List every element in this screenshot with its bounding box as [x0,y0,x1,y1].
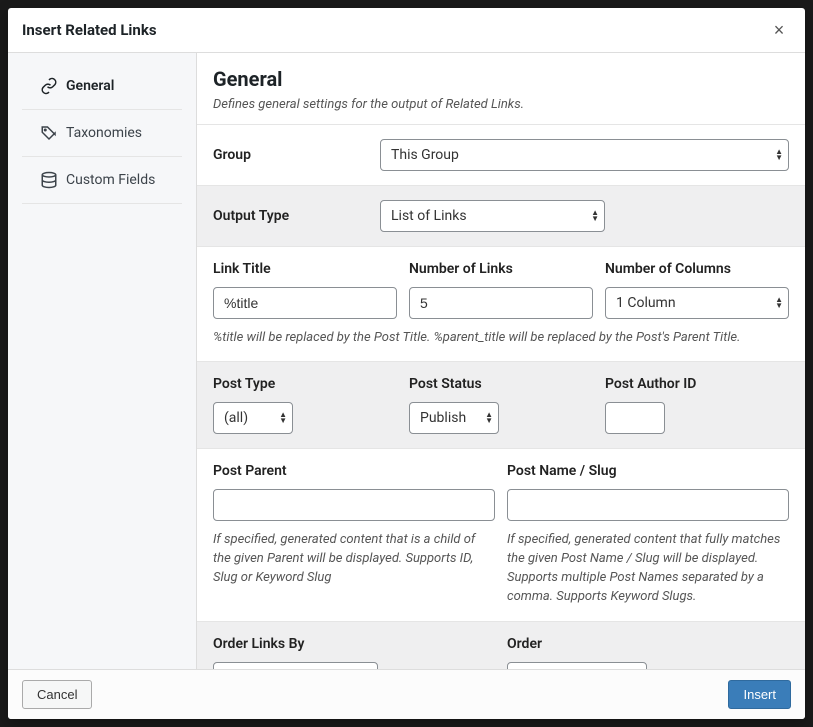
insert-button[interactable]: Insert [728,680,791,709]
sidebar-item-taxonomies[interactable]: Taxonomies [22,110,182,157]
sidebar-item-label: General [66,78,114,94]
output-type-label: Output Type [213,208,368,224]
sidebar-item-general[interactable]: General [22,63,182,110]
order-by-label: Order Links By [213,636,495,652]
modal-footer: Cancel Insert [8,669,805,719]
modal: Insert Related Links × General Taxonomie… [8,8,805,719]
content-heading: General [213,67,789,91]
row-order: Order Links By No Order ▲▼ Order Ascendi… [197,621,805,669]
row-post-type: Post Type (all) ▲▼ Post Status Publish ▲… [197,361,805,448]
num-cols-select[interactable]: 1 Column [605,287,789,319]
post-status-select[interactable]: Publish [409,402,499,434]
link-title-input[interactable] [213,287,397,319]
post-parent-input[interactable] [213,489,495,521]
content-description: Defines general settings for the output … [213,97,789,112]
post-author-label: Post Author ID [605,376,789,392]
order-select[interactable]: Ascending (A-Z) [507,662,647,669]
row-output-type: Output Type List of Links ▲▼ [197,185,805,246]
num-links-label: Number of Links [409,261,593,277]
cancel-button[interactable]: Cancel [22,680,92,709]
link-title-label: Link Title [213,261,397,277]
row-link-title: Link Title Number of Links Number of Col… [197,246,805,361]
modal-header: Insert Related Links × [8,8,805,53]
post-slug-label: Post Name / Slug [507,463,789,479]
link-title-help: %title will be replaced by the Post Titl… [213,329,789,347]
tag-icon [40,124,58,142]
sidebar-item-label: Custom Fields [66,172,155,188]
close-icon: × [774,20,785,40]
post-type-select[interactable]: (all) [213,402,293,434]
post-slug-help: If specified, generated content that ful… [507,531,789,606]
row-group: Group This Group ▲▼ [197,124,805,185]
database-icon [40,171,58,189]
num-links-input[interactable] [409,287,593,319]
output-type-select[interactable]: List of Links [380,200,605,232]
post-slug-input[interactable] [507,489,789,521]
sidebar-item-custom-fields[interactable]: Custom Fields [22,157,182,204]
sidebar-item-label: Taxonomies [66,125,142,141]
link-icon [40,77,58,95]
order-by-select[interactable]: No Order [213,662,378,669]
modal-title: Insert Related Links [22,21,157,39]
sidebar: General Taxonomies Custom Fields [8,53,197,669]
num-cols-label: Number of Columns [605,261,789,277]
post-author-input[interactable] [605,402,665,434]
modal-body: General Taxonomies Custom Fields General… [8,53,805,669]
post-parent-help: If specified, generated content that is … [213,531,495,588]
group-label: Group [213,147,368,163]
content-header: General Defines general settings for the… [197,53,805,124]
content-panel: General Defines general settings for the… [197,53,805,669]
close-button[interactable]: × [767,18,791,42]
group-select[interactable]: This Group [380,139,789,171]
post-type-label: Post Type [213,376,397,392]
post-status-label: Post Status [409,376,593,392]
post-parent-label: Post Parent [213,463,495,479]
order-label: Order [507,636,789,652]
row-post-parent: Post Parent If specified, generated cont… [197,448,805,620]
